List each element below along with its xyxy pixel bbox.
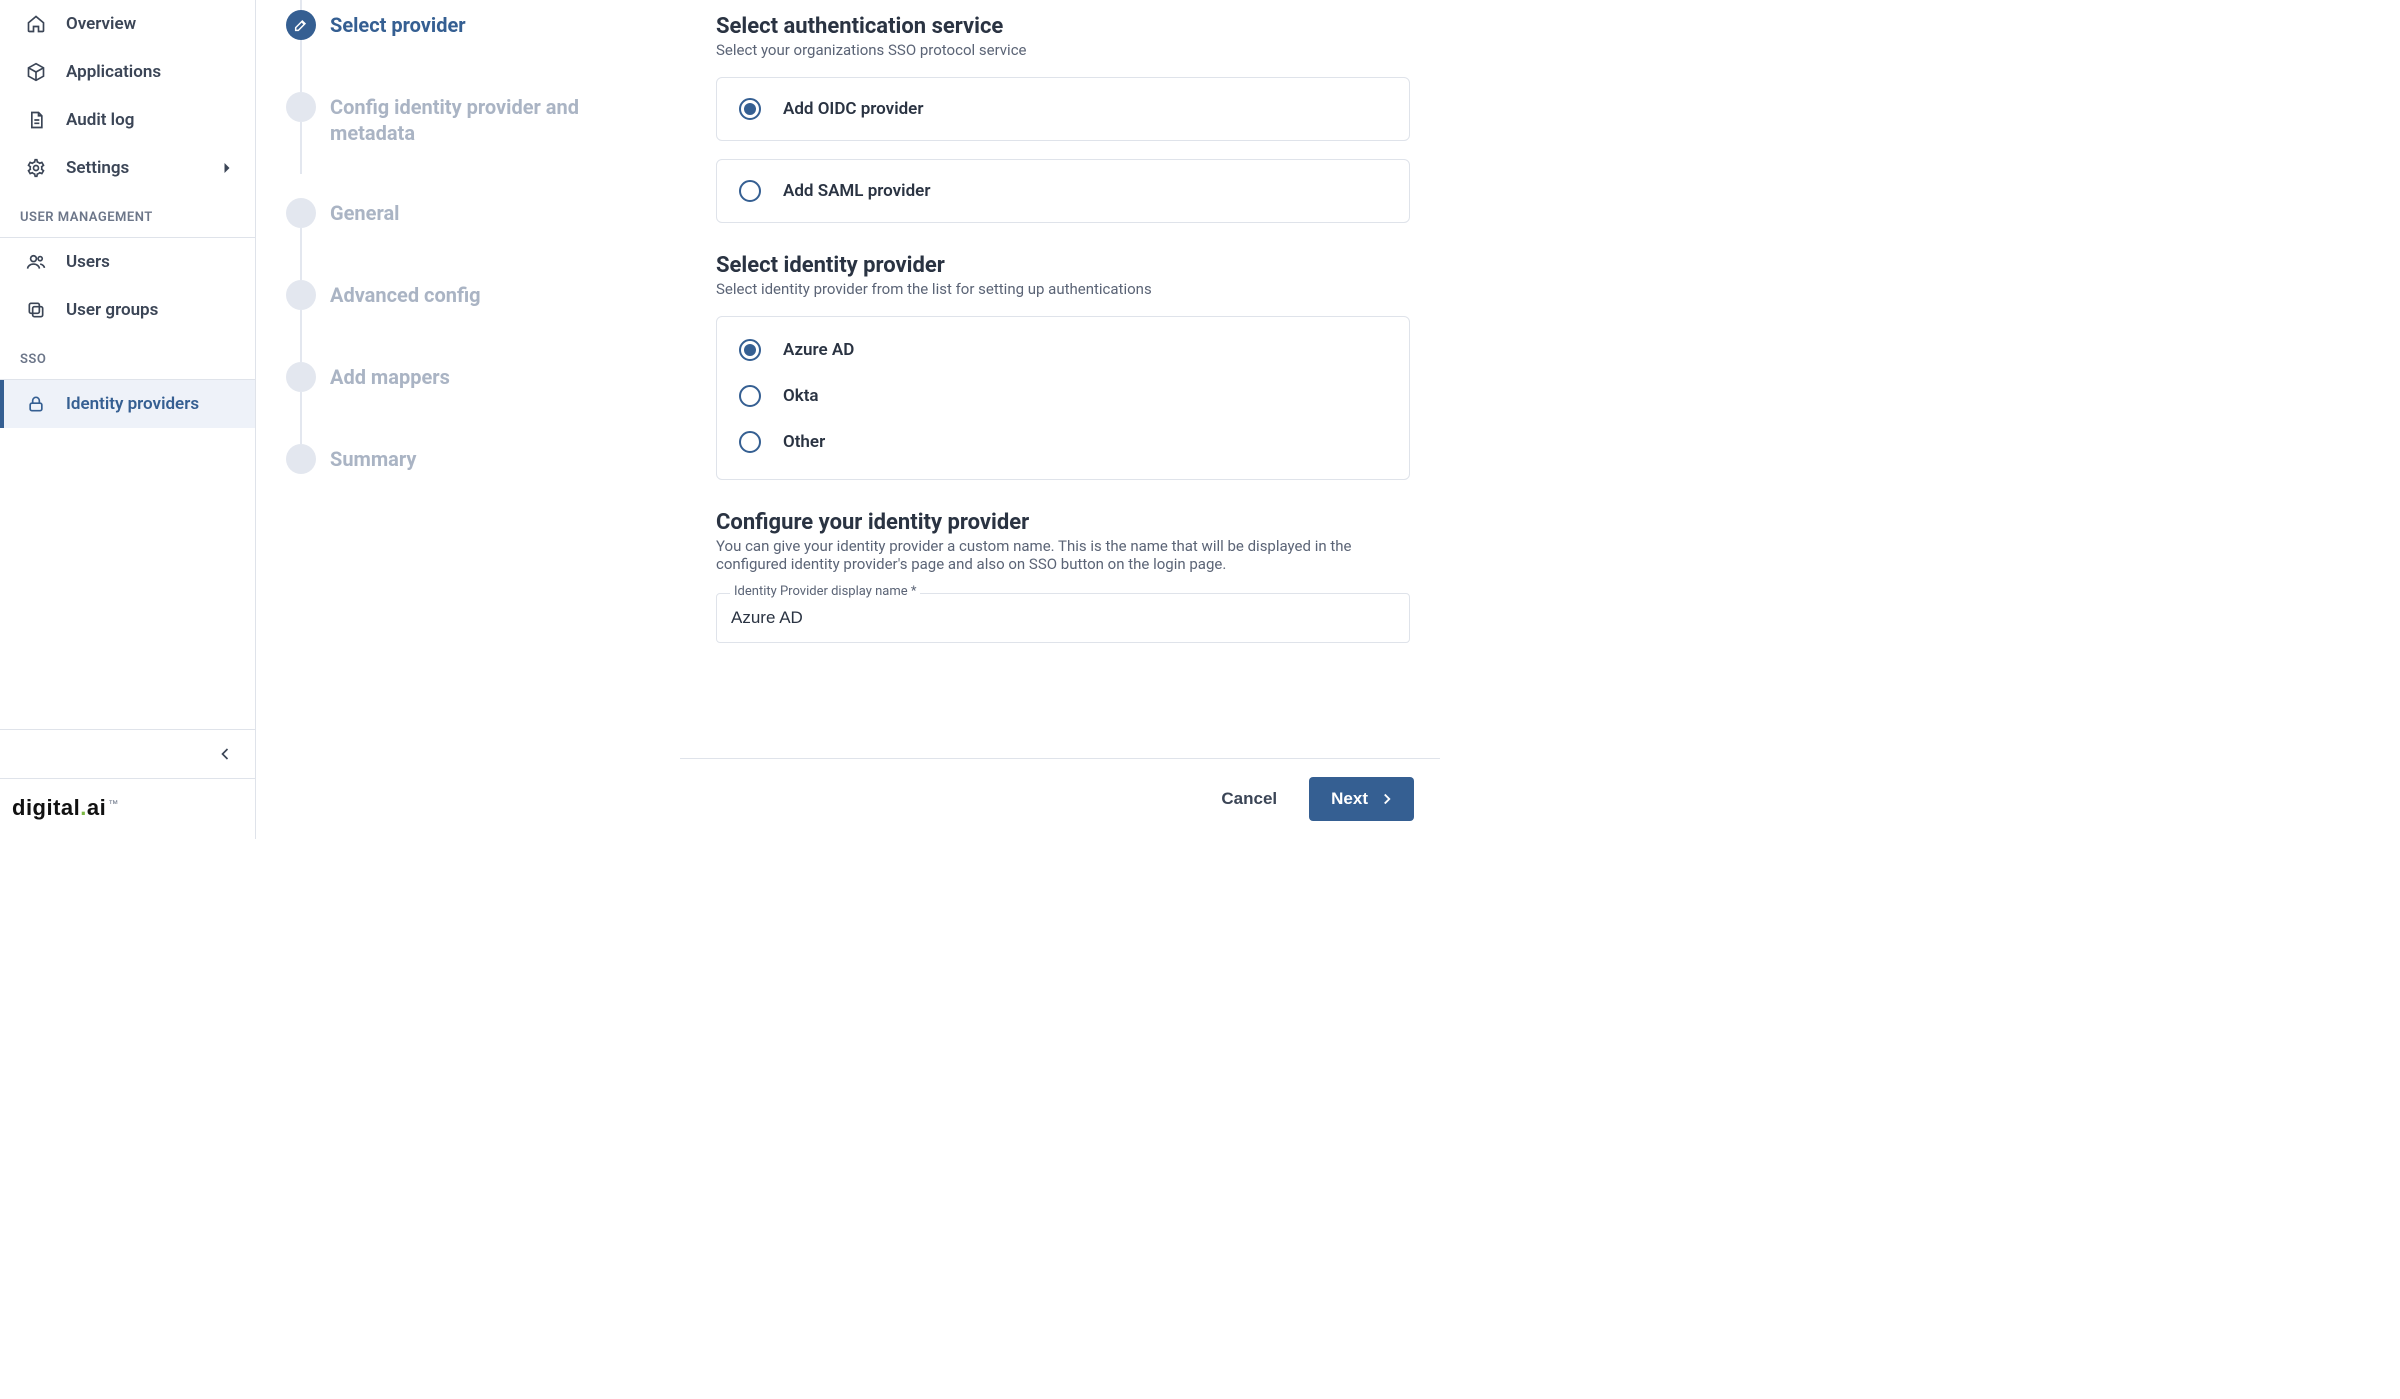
gear-icon <box>26 158 46 178</box>
sidebar-item-applications[interactable]: Applications <box>0 48 255 96</box>
step-config-idp[interactable]: Config identity provider and metadata <box>286 92 650 146</box>
sidebar-nav: Overview Applications Audit log Settings <box>0 0 255 729</box>
idp-options-card: Azure AD Okta Other <box>716 316 1410 480</box>
sidebar-item-label: Overview <box>66 14 136 34</box>
sidebar-section-sso: SSO <box>0 334 255 379</box>
step-summary[interactable]: Summary <box>286 444 650 474</box>
wizard-footer: Cancel Next <box>680 758 1440 839</box>
next-button-label: Next <box>1331 789 1368 809</box>
sidebar-item-label: Settings <box>66 158 129 178</box>
sidebar-item-label: Audit log <box>66 110 134 130</box>
radio-label: Other <box>783 432 825 452</box>
radio-icon <box>739 385 761 407</box>
next-button[interactable]: Next <box>1309 777 1414 821</box>
step-select-provider[interactable]: Select provider <box>286 10 650 40</box>
brand-logo: digital.ai™ <box>0 779 255 839</box>
display-name-field: Identity Provider display name * <box>716 593 1410 643</box>
sidebar-section-user-management: USER MANAGEMENT <box>0 192 255 237</box>
main-panel: Select authentication service Select you… <box>680 0 1440 839</box>
radio-icon <box>739 339 761 361</box>
sidebar-item-overview[interactable]: Overview <box>0 0 255 48</box>
radio-icon <box>739 98 761 120</box>
radio-label: Add SAML provider <box>783 181 930 201</box>
step-label: Advanced config <box>330 280 481 308</box>
radio-label: Azure AD <box>783 340 854 360</box>
users-icon <box>26 252 46 272</box>
lock-icon <box>26 394 46 414</box>
step-label: Select provider <box>330 10 466 38</box>
section-subtitle: Select identity provider from the list f… <box>716 280 1410 298</box>
sidebar-item-settings[interactable]: Settings <box>0 144 255 192</box>
wizard-stepper: Select provider Config identity provider… <box>256 0 680 839</box>
sidebar-item-label: Users <box>66 252 110 272</box>
sidebar-item-label: Applications <box>66 62 161 82</box>
configure-section: Configure your identity provider You can… <box>716 510 1410 643</box>
section-title: Select authentication service <box>716 14 1410 39</box>
section-subtitle: Select your organizations SSO protocol s… <box>716 41 1410 59</box>
sidebar-item-user-groups[interactable]: User groups <box>0 286 255 334</box>
radio-icon <box>739 180 761 202</box>
home-icon <box>26 14 46 34</box>
step-label: Summary <box>330 444 416 472</box>
step-advanced[interactable]: Advanced config <box>286 280 650 310</box>
idp-option-other[interactable]: Other <box>739 419 1387 465</box>
step-label: Add mappers <box>330 362 450 390</box>
radio-label: Add OIDC provider <box>783 99 923 119</box>
sidebar: Overview Applications Audit log Settings <box>0 0 256 839</box>
idp-option-azure[interactable]: Azure AD <box>739 327 1387 373</box>
section-subtitle: You can give your identity provider a cu… <box>716 537 1410 573</box>
cancel-button[interactable]: Cancel <box>1215 788 1283 810</box>
auth-option-saml[interactable]: Add SAML provider <box>716 159 1410 223</box>
caret-right-icon <box>217 158 237 178</box>
package-icon <box>26 62 46 82</box>
section-title: Configure your identity provider <box>716 510 1410 535</box>
sidebar-item-identity-providers[interactable]: Identity providers <box>0 380 255 428</box>
step-label: Config identity provider and metadata <box>330 92 630 146</box>
field-label: Identity Provider display name * <box>730 584 920 599</box>
edit-icon <box>286 10 316 40</box>
step-label: General <box>330 198 399 226</box>
sidebar-item-label: Identity providers <box>66 394 199 414</box>
auth-option-oidc[interactable]: Add OIDC provider <box>716 77 1410 141</box>
file-text-icon <box>26 110 46 130</box>
sidebar-footer: digital.ai™ <box>0 729 255 839</box>
radio-icon <box>739 431 761 453</box>
display-name-input[interactable] <box>716 593 1410 643</box>
copy-icon <box>26 300 46 320</box>
sidebar-item-audit-log[interactable]: Audit log <box>0 96 255 144</box>
step-mappers[interactable]: Add mappers <box>286 362 650 392</box>
idp-option-okta[interactable]: Okta <box>739 373 1387 419</box>
radio-label: Okta <box>783 386 819 406</box>
step-general[interactable]: General <box>286 198 650 228</box>
auth-service-section: Select authentication service Select you… <box>716 14 1410 223</box>
idp-section: Select identity provider Select identity… <box>716 253 1410 480</box>
section-title: Select identity provider <box>716 253 1410 278</box>
sidebar-item-label: User groups <box>66 300 158 320</box>
sidebar-item-users[interactable]: Users <box>0 238 255 286</box>
collapse-sidebar-button[interactable] <box>215 744 235 764</box>
